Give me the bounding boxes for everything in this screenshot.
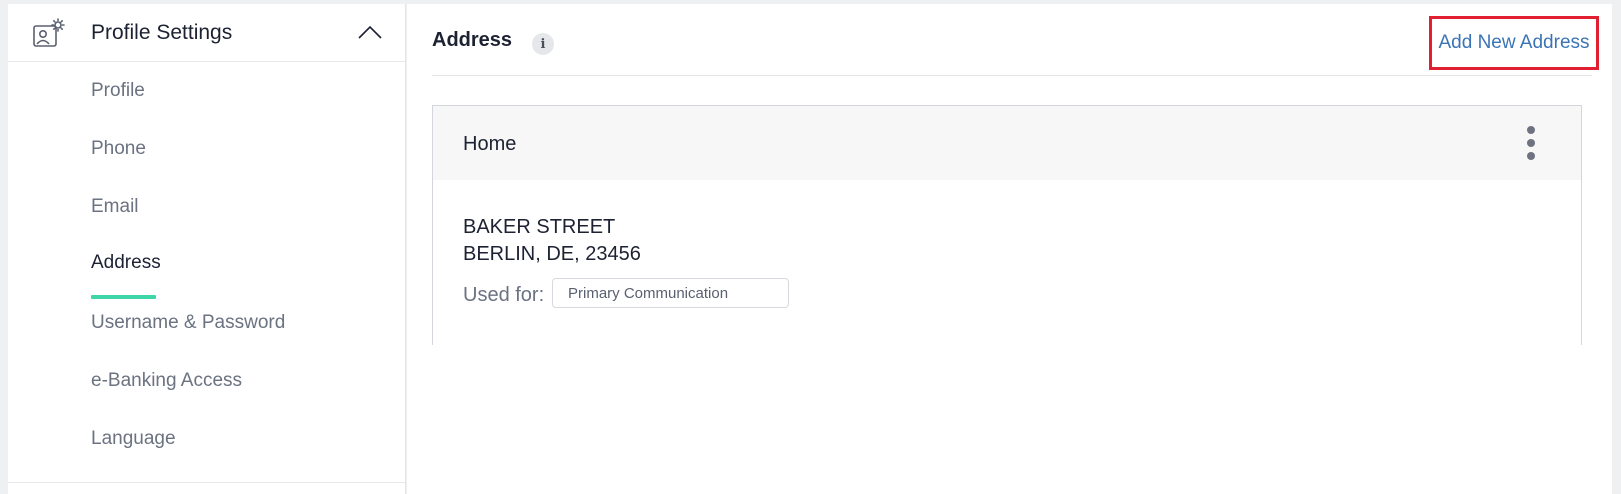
sidebar-item-address[interactable]: Address: [91, 252, 161, 274]
sidebar-header[interactable]: Profile Settings: [8, 4, 405, 62]
address-card-header: Home: [433, 106, 1581, 180]
active-item-indicator: [91, 295, 156, 299]
main-panel: Address i Add New Address Home BAKER STR…: [407, 4, 1612, 494]
more-options-icon[interactable]: [1525, 126, 1537, 160]
add-new-address-button[interactable]: Add New Address: [1429, 16, 1599, 70]
address-line-2: BERLIN, DE, 23456: [463, 243, 641, 265]
profile-settings-icon: [33, 18, 65, 47]
used-for-badge: Primary Communication: [552, 278, 789, 308]
chevron-up-icon[interactable]: [357, 24, 383, 40]
address-card-title: Home: [463, 133, 517, 155]
title-divider: [432, 75, 1592, 76]
address-line-1: BAKER STREET: [463, 216, 616, 238]
sidebar-title: Profile Settings: [91, 21, 233, 44]
sidebar-item-username-password[interactable]: Username & Password: [91, 312, 285, 334]
used-for-label: Used for:: [463, 284, 545, 306]
sidebar: Profile Settings Profile Phone Email Add…: [8, 4, 406, 494]
sidebar-item-ebanking-access[interactable]: e-Banking Access: [91, 370, 242, 392]
add-new-address-label: Add New Address: [1438, 32, 1590, 53]
address-card: Home BAKER STREET BERLIN, DE, 23456 Used…: [432, 105, 1582, 345]
sidebar-divider: [8, 482, 405, 483]
sidebar-item-language[interactable]: Language: [91, 428, 176, 450]
sidebar-item-email[interactable]: Email: [91, 196, 139, 218]
sidebar-item-profile[interactable]: Profile: [91, 80, 145, 102]
page-title: Address: [432, 29, 513, 51]
info-icon[interactable]: i: [532, 33, 554, 55]
sidebar-item-phone[interactable]: Phone: [91, 138, 146, 160]
